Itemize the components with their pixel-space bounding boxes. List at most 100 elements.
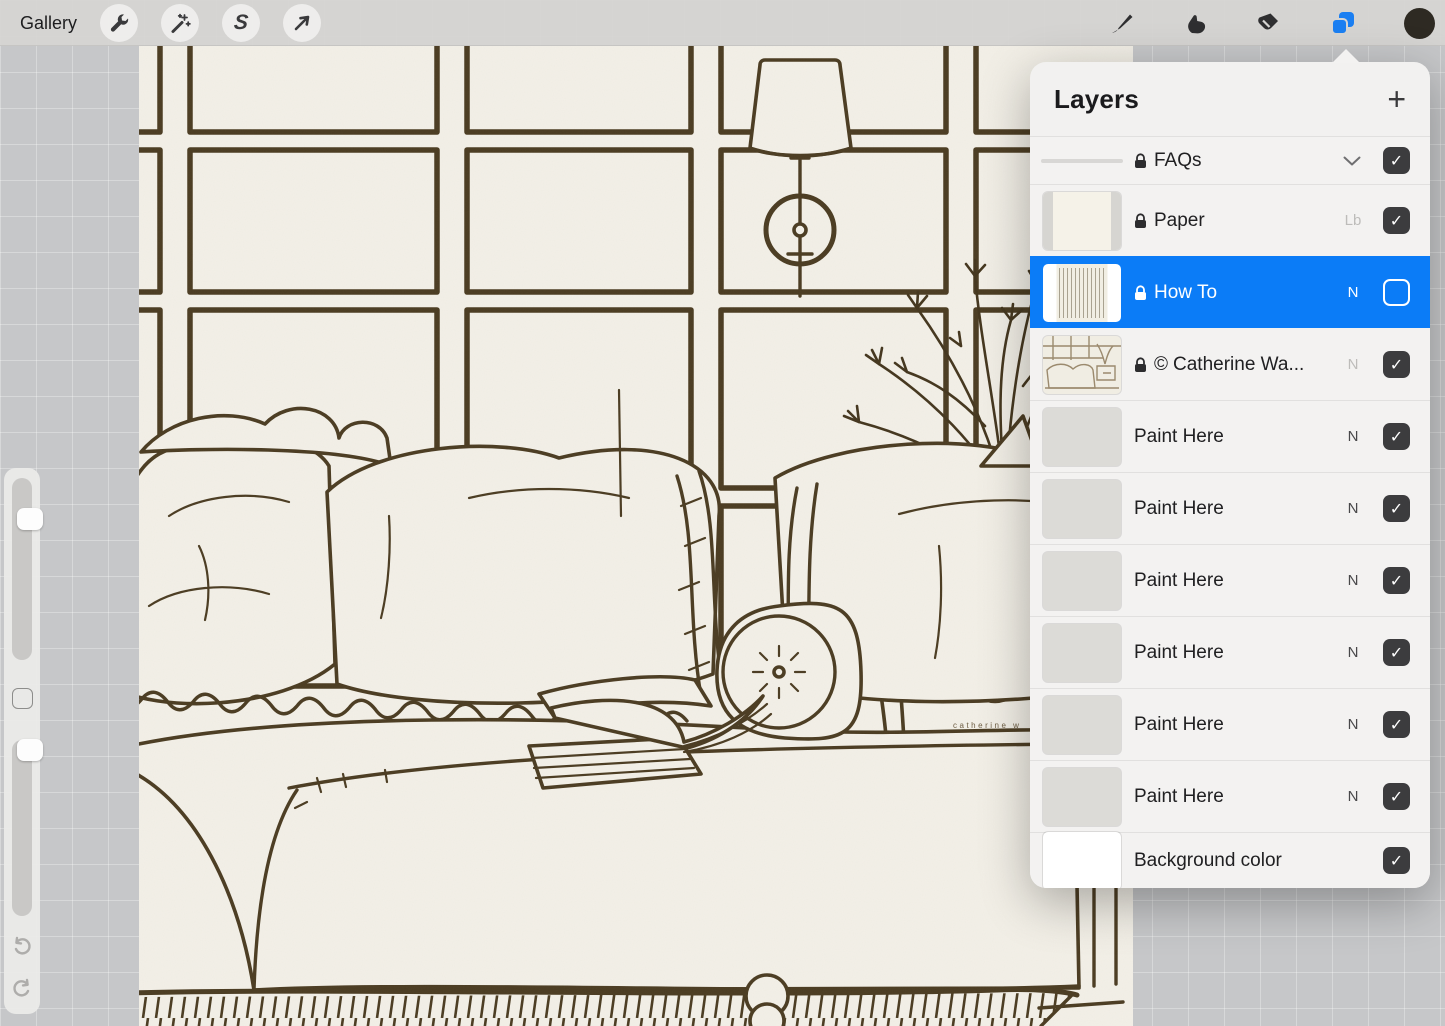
copyright-icon: © bbox=[1154, 354, 1168, 376]
undo-button[interactable] bbox=[4, 930, 40, 964]
layer-thumbnail-area bbox=[1030, 696, 1134, 754]
visibility-checkbox[interactable]: ✓ bbox=[1383, 351, 1410, 378]
visibility-checkbox[interactable]: ✓ bbox=[1383, 147, 1410, 174]
layer-thumbnail[interactable] bbox=[1043, 768, 1121, 826]
panel-notch bbox=[1332, 49, 1360, 63]
layer-row-paint[interactable]: Paint Here N ✓ bbox=[1030, 760, 1430, 832]
layer-thumbnail-area bbox=[1030, 480, 1134, 538]
layer-row-art[interactable]: ©Catherine Wa... N ✓ bbox=[1030, 328, 1430, 400]
layer-thumbnail[interactable] bbox=[1043, 336, 1121, 394]
lock-icon bbox=[1134, 285, 1147, 301]
drawing-canvas[interactable]: catherine w bbox=[139, 46, 1133, 1026]
lock-icon bbox=[1134, 213, 1147, 229]
layer-thumbnail-area bbox=[1030, 624, 1134, 682]
color-swatch bbox=[1404, 8, 1435, 39]
layer-thumbnail-area bbox=[1030, 159, 1134, 163]
lock-icon bbox=[1134, 357, 1147, 373]
modify-button[interactable] bbox=[12, 688, 33, 709]
redo-button[interactable] bbox=[4, 972, 40, 1006]
visibility-checkbox[interactable]: ✓ bbox=[1383, 423, 1410, 450]
adjustments-button[interactable] bbox=[161, 4, 199, 42]
art-thumbnail-drawing bbox=[1043, 336, 1121, 394]
actions-button[interactable] bbox=[100, 4, 138, 42]
opacity-slider[interactable] bbox=[12, 740, 32, 916]
layer-row-paint[interactable]: Paint Here N ✓ bbox=[1030, 400, 1430, 472]
layer-name: Paint Here bbox=[1134, 426, 1224, 448]
brush-size-handle[interactable] bbox=[17, 508, 43, 530]
visibility-checkbox[interactable]: ✓ bbox=[1383, 567, 1410, 594]
transform-button[interactable] bbox=[283, 4, 321, 42]
layer-list: FAQs✓PaperLb✓How ToN©Catherine Wa...N✓Pa… bbox=[1030, 136, 1430, 888]
layers-button-active[interactable] bbox=[1324, 4, 1362, 42]
blend-mode-badge[interactable]: N bbox=[1343, 572, 1363, 589]
layers-icon bbox=[1329, 9, 1357, 37]
brush-size-slider[interactable] bbox=[12, 478, 32, 660]
visibility-checkbox[interactable] bbox=[1383, 279, 1410, 306]
blend-mode-badge[interactable]: N bbox=[1343, 500, 1363, 517]
lock-indicator bbox=[1134, 153, 1147, 169]
layer-row-group[interactable]: FAQs ✓ bbox=[1030, 136, 1430, 184]
gallery-button[interactable]: Gallery bbox=[20, 0, 77, 46]
layer-name: Paint Here bbox=[1134, 570, 1224, 592]
layer-thumbnail[interactable] bbox=[1043, 624, 1121, 682]
visibility-checkbox[interactable]: ✓ bbox=[1383, 495, 1410, 522]
layer-name: Paint Here bbox=[1134, 642, 1224, 664]
color-button[interactable] bbox=[1400, 4, 1438, 42]
layer-name: Catherine Wa... bbox=[1173, 354, 1304, 376]
layers-panel-header: Layers + bbox=[1030, 62, 1430, 136]
visibility-checkbox[interactable]: ✓ bbox=[1383, 207, 1410, 234]
layer-thumbnail-area bbox=[1030, 192, 1134, 250]
layer-thumbnail[interactable] bbox=[1043, 408, 1121, 466]
layer-row-paint[interactable]: Paint HereN✓ bbox=[1030, 688, 1430, 760]
layer-thumbnail-area bbox=[1030, 832, 1134, 889]
brush-tool-button[interactable] bbox=[1103, 4, 1141, 42]
layer-name: Paint Here bbox=[1134, 498, 1224, 520]
layer-thumbnail-area bbox=[1030, 552, 1134, 610]
blend-mode-badge[interactable]: N bbox=[1343, 284, 1363, 301]
layer-thumbnail[interactable] bbox=[1043, 696, 1121, 754]
layer-thumbnail-area bbox=[1030, 336, 1134, 394]
smudge-icon bbox=[1182, 10, 1208, 36]
layer-thumbnail[interactable] bbox=[1043, 264, 1121, 322]
visibility-checkbox[interactable]: ✓ bbox=[1383, 847, 1410, 874]
top-toolbar: Gallery S bbox=[0, 0, 1445, 46]
visibility-checkbox[interactable]: ✓ bbox=[1383, 711, 1410, 738]
layer-thumbnail[interactable] bbox=[1043, 832, 1121, 889]
visibility-checkbox[interactable]: ✓ bbox=[1383, 639, 1410, 666]
magic-wand-icon bbox=[169, 12, 191, 34]
line-art-illustration: catherine w bbox=[139, 46, 1133, 1026]
sidebar-controls bbox=[4, 468, 40, 1014]
blend-mode-badge[interactable]: N bbox=[1343, 428, 1363, 445]
layer-name: Paint Here bbox=[1134, 786, 1224, 808]
layer-row-paint[interactable]: Paint Here N ✓ bbox=[1030, 616, 1430, 688]
layer-name: How To bbox=[1154, 282, 1217, 304]
selection-button[interactable]: S bbox=[222, 4, 260, 42]
selection-icon: S bbox=[233, 11, 250, 35]
visibility-checkbox[interactable]: ✓ bbox=[1383, 783, 1410, 810]
layer-thumbnail[interactable] bbox=[1043, 480, 1121, 538]
layer-name: FAQs bbox=[1154, 150, 1202, 172]
blend-mode-badge[interactable]: N bbox=[1343, 356, 1363, 373]
layer-row-paint[interactable]: Paint Here N ✓ bbox=[1030, 472, 1430, 544]
layer-thumbnail[interactable] bbox=[1043, 552, 1121, 610]
blend-mode-badge[interactable]: Lb bbox=[1343, 212, 1363, 229]
layers-title: Layers bbox=[1054, 84, 1139, 115]
transform-icon bbox=[291, 12, 313, 34]
layer-row-background[interactable]: Background color✓ bbox=[1030, 832, 1430, 888]
layer-row-howto[interactable]: How To N bbox=[1030, 256, 1430, 328]
eraser-tool-button[interactable] bbox=[1249, 4, 1287, 42]
layer-row-paint[interactable]: Paint Here N ✓ bbox=[1030, 544, 1430, 616]
layer-row-paper[interactable]: PaperLb✓ bbox=[1030, 184, 1430, 256]
layers-panel: Layers + FAQs✓PaperLb✓How ToN©Catherine … bbox=[1030, 62, 1430, 888]
group-line-thumbnail bbox=[1041, 159, 1123, 163]
opacity-handle[interactable] bbox=[17, 739, 43, 761]
smudge-tool-button[interactable] bbox=[1176, 4, 1214, 42]
blend-mode-badge[interactable]: N bbox=[1343, 788, 1363, 805]
blend-mode-badge[interactable]: N bbox=[1343, 644, 1363, 661]
lock-indicator bbox=[1134, 213, 1147, 229]
layer-thumbnail[interactable] bbox=[1043, 192, 1121, 250]
blend-mode-badge[interactable]: N bbox=[1343, 716, 1363, 733]
add-layer-button[interactable]: + bbox=[1387, 84, 1406, 114]
collapse-group-button[interactable] bbox=[1343, 156, 1361, 166]
lock-indicator bbox=[1134, 357, 1147, 373]
